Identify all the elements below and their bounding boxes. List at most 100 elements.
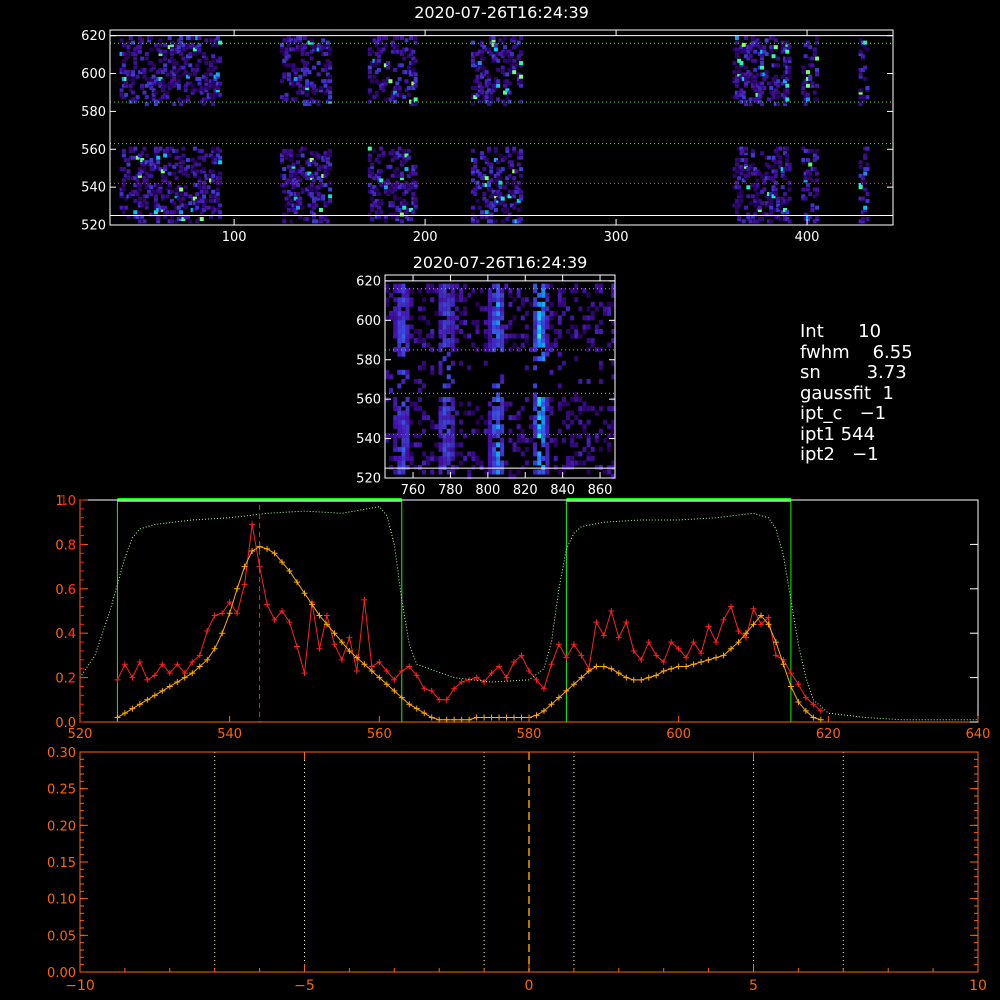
orange-series-point: [136, 701, 143, 708]
heatmap-pixel: [438, 433, 443, 439]
heatmap-pixel: [446, 437, 451, 443]
heatmap-pixel: [374, 210, 379, 215]
heatmap-pixel: [446, 315, 451, 321]
heatmap-pixel: [399, 63, 404, 68]
heatmap-pixel: [131, 40, 136, 45]
heatmap-pixel: [305, 92, 310, 97]
heatmap-pixel: [582, 401, 587, 407]
heatmap-pixel: [815, 67, 820, 72]
heatmap-pixel: [484, 157, 489, 162]
heatmap-pixel: [397, 310, 402, 316]
orange-series-point: [668, 665, 675, 672]
orange-series-point: [593, 663, 600, 670]
heatmap-pixel: [586, 315, 591, 321]
heatmap-pixel: [760, 54, 765, 59]
heatmap-pixel: [557, 333, 562, 339]
heatmap-pixel: [402, 95, 407, 100]
heatmap-pixel: [393, 283, 398, 289]
heatmap-pixel: [496, 406, 501, 412]
heatmap-pixel: [298, 178, 303, 183]
heatmap-pixel: [279, 42, 284, 47]
int-label: Int: [800, 321, 824, 342]
heatmap-pixel: [598, 288, 603, 294]
heatmap-pixel: [289, 198, 294, 203]
heatmap-pixel: [323, 164, 328, 169]
heatmap-pixel: [459, 310, 464, 316]
heatmap-pixel: [446, 410, 451, 416]
heatmap-pixel: [570, 460, 575, 466]
heatmap-pixel: [766, 164, 771, 169]
heatmap-pixel: [459, 419, 464, 425]
heatmap-pixel: [393, 419, 398, 425]
heatmap-pixel: [537, 396, 542, 402]
heatmap-pixel: [372, 74, 377, 79]
heatmap-pixel: [566, 415, 571, 421]
heatmap-pixel: [397, 383, 402, 389]
heatmap-pixel: [426, 455, 431, 461]
heatmap-pixel: [487, 464, 492, 470]
heatmap-pixel: [541, 306, 546, 312]
heatmap-pixel: [545, 333, 550, 339]
red-series-point: [623, 619, 630, 626]
heatmap-pixel: [863, 205, 868, 210]
heatmap-pixel: [746, 185, 751, 190]
heatmap-pixel: [561, 360, 566, 366]
heatmap-pixel: [151, 189, 156, 194]
heatmap-pixel: [489, 178, 494, 183]
heatmap-pixel: [858, 160, 863, 165]
heatmap-pixel: [769, 86, 774, 91]
fwhm-label: fwhm: [800, 341, 850, 363]
heatmap-pixel: [776, 196, 781, 201]
heatmap-pixel: [475, 419, 480, 425]
heatmap-pixel: [379, 40, 384, 45]
heatmap-pixel: [815, 56, 820, 61]
heatmap-pixel: [500, 167, 505, 172]
heatmap-pixel: [582, 460, 587, 466]
heatmap-pixel: [328, 79, 333, 84]
heatmap-pixel: [771, 164, 776, 169]
heatmap-pixel: [218, 40, 223, 45]
heatmap-pixel: [787, 65, 792, 70]
heatmap-pixel: [500, 378, 505, 384]
heatmap-pixel: [328, 74, 333, 79]
heatmap-pixel: [496, 338, 501, 344]
heatmap-pixel: [858, 72, 863, 77]
heatmap-pixel: [500, 464, 505, 470]
heatmap-pixel: [126, 169, 131, 174]
heatmap-pixel: [508, 469, 513, 475]
red-series-point: [226, 599, 233, 606]
heatmap-pixel: [570, 419, 575, 425]
heatmap-pixel: [316, 153, 321, 158]
heatmap-pixel: [557, 406, 562, 412]
heatmap-pixel: [370, 217, 375, 222]
heatmap-pixel: [413, 401, 418, 407]
heatmap-pixel: [417, 464, 422, 470]
heatmap-pixel: [512, 205, 517, 210]
heatmap-pixel: [151, 74, 156, 79]
heatmap-pixel: [586, 292, 591, 298]
heatmap-pixel: [172, 201, 177, 206]
heatmap-pixel: [167, 36, 172, 41]
heatmap-pixel: [218, 210, 223, 215]
profile-xtick-label: 560: [367, 727, 392, 742]
heatmap-pixel: [537, 410, 542, 416]
heatmap-pixel: [389, 374, 394, 380]
heatmap-pixel: [578, 406, 583, 412]
red-series-point: [121, 661, 128, 668]
heatmap-pixel: [773, 169, 778, 174]
heatmap-pixel: [179, 164, 184, 169]
heatmap-pixel: [442, 301, 447, 307]
heatmap-pixel: [541, 342, 546, 348]
heatmap-pixel: [776, 63, 781, 68]
heatmap-pixel: [516, 424, 521, 430]
heatmap-pixel: [446, 297, 451, 303]
heatmap-pixel: [296, 67, 301, 72]
heatmap-pixel: [748, 201, 753, 206]
heatmap-pixel: [133, 65, 138, 70]
heatmap-pixel: [500, 40, 505, 45]
heatmap-pixel: [519, 189, 524, 194]
heatmap-pixel: [370, 196, 375, 201]
heatmap-pixel: [805, 40, 810, 45]
heatmap-pixel: [144, 76, 149, 81]
heatmap-pixel: [486, 74, 491, 79]
